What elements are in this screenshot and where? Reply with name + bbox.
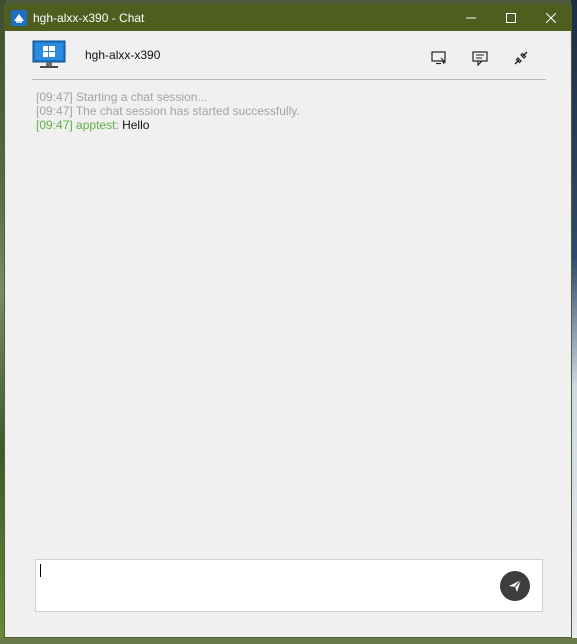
- remote-control-icon: [431, 51, 447, 65]
- message-text: Hello: [122, 118, 150, 132]
- chat-window: hgh-alxx-x390 - Chat hgh-alxx-x390 [09:4…: [4, 4, 572, 638]
- chat-message: [09:47] The chat session has started suc…: [36, 104, 546, 118]
- host-name: hgh-alxx-x390: [85, 48, 161, 62]
- desktop-background-bottom: [0, 638, 577, 644]
- remote-control-button[interactable]: [429, 48, 449, 68]
- message-time: [09:47]: [36, 90, 73, 104]
- chat-message: [09:47] Starting a chat session...: [36, 90, 546, 104]
- app-icon: [11, 10, 27, 26]
- message-text: Starting a chat session...: [76, 90, 208, 104]
- text-caret: [40, 564, 41, 577]
- chat-button[interactable]: [470, 48, 490, 68]
- send-icon: [509, 579, 522, 592]
- chat-header: hgh-alxx-x390: [5, 31, 571, 83]
- minimize-button[interactable]: [451, 5, 491, 31]
- message-time: [09:47]: [36, 118, 73, 132]
- monitor-icon: [32, 40, 66, 70]
- close-button[interactable]: [531, 5, 571, 31]
- send-button[interactable]: [500, 571, 530, 601]
- maximize-icon: [506, 13, 516, 23]
- message-time: [09:47]: [36, 104, 73, 118]
- window-title: hgh-alxx-x390 - Chat: [33, 11, 145, 25]
- chat-icon: [472, 50, 488, 66]
- message-text: The chat session has started successfull…: [75, 104, 300, 118]
- close-icon: [546, 13, 556, 23]
- header-divider: [32, 79, 546, 80]
- chat-log: [09:47] Starting a chat session... [09:4…: [36, 90, 546, 132]
- minimize-icon: [466, 17, 476, 19]
- disconnect-icon: [514, 51, 528, 65]
- chat-message: [09:47] apptest: Hello: [36, 118, 546, 132]
- disconnect-button[interactable]: [511, 48, 531, 68]
- title-bar[interactable]: hgh-alxx-x390 - Chat: [5, 5, 571, 31]
- maximize-button[interactable]: [491, 5, 531, 31]
- message-input[interactable]: [35, 559, 543, 612]
- message-sender: apptest:: [76, 118, 119, 132]
